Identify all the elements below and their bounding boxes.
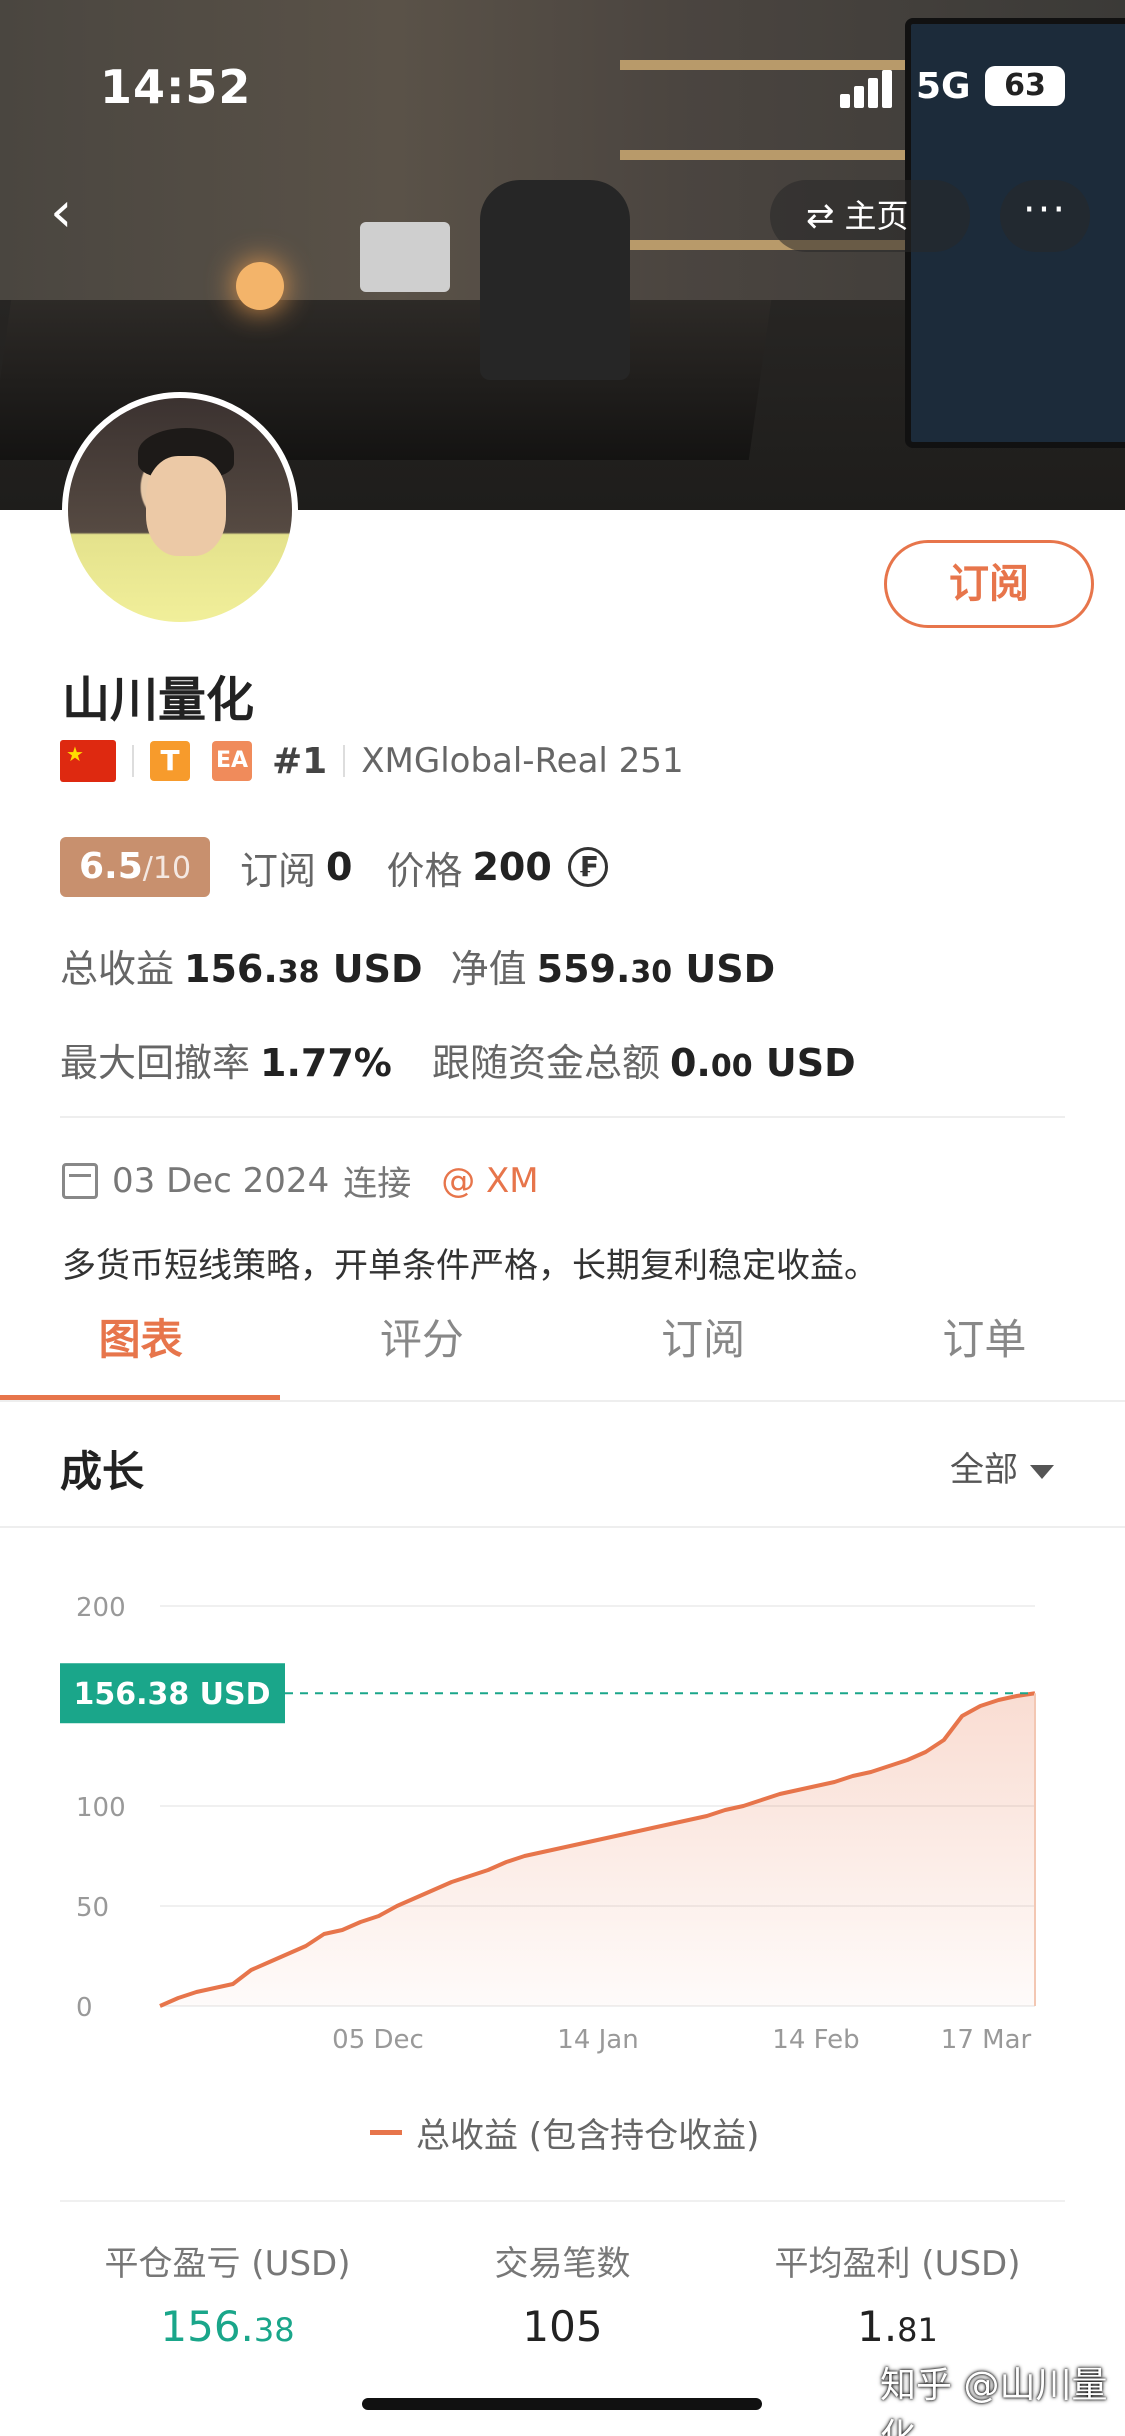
range-filter[interactable]: 全部 bbox=[950, 1442, 1054, 1491]
subscribers-value: 0 bbox=[326, 845, 353, 889]
rating-row: 6.5/10 订阅 0 价格 200 ₣ bbox=[60, 836, 608, 898]
broker-link[interactable]: @ XM bbox=[441, 1161, 538, 1201]
y-tick-label: 200 bbox=[76, 1593, 126, 1623]
account-label: XMGlobal-Real 251 bbox=[361, 741, 684, 781]
x-tick-label: 17 Mar bbox=[941, 2025, 1032, 2055]
y-tick-label: 0 bbox=[76, 1993, 93, 2023]
series-area bbox=[160, 1693, 1035, 2006]
more-icon[interactable]: ··· bbox=[1000, 180, 1090, 252]
price-label: 价格 bbox=[386, 848, 463, 893]
cover-laptop bbox=[360, 222, 450, 292]
total-profit-value: 156.38 USD bbox=[184, 947, 423, 991]
price-value: 200 bbox=[472, 845, 552, 889]
x-tick-label: 14 Feb bbox=[772, 2025, 859, 2055]
connected-info: 03 Dec 2024 连接 @ XM bbox=[62, 1156, 539, 1205]
stat-avg-profit: 平均盈利 (USD) 1.81 bbox=[774, 2244, 1021, 2351]
follow-funds-value: 0.00 USD bbox=[669, 1041, 856, 1085]
chart-legend: 总收益 (包含持仓收益) bbox=[370, 2108, 759, 2157]
connected-date: 03 Dec 2024 bbox=[112, 1160, 330, 1201]
current-value-label: 156.38 USD bbox=[73, 1677, 270, 1712]
equity-label: 净值 bbox=[450, 947, 527, 991]
rank-label: #1 bbox=[272, 740, 328, 782]
strategy-description: 多货币短线策略，开单条件严格，长期复利稳定收益。 bbox=[62, 1246, 878, 1286]
follow-funds-label: 跟随资金总额 bbox=[431, 1041, 660, 1085]
home-button[interactable]: ⇄ 主页 bbox=[770, 180, 970, 252]
watermark: 知乎 @山川量化 bbox=[880, 2365, 1108, 2436]
calendar-icon bbox=[62, 1162, 98, 1199]
tab-subscribe[interactable]: 订阅 bbox=[563, 1300, 844, 1400]
china-flag-icon bbox=[60, 740, 116, 782]
stat-trade-count: 交易笔数 105 bbox=[494, 2244, 631, 2351]
connected-label: 连接 bbox=[343, 1164, 412, 1204]
home-indicator bbox=[362, 2398, 762, 2410]
x-tick-label: 05 Dec bbox=[332, 2025, 424, 2055]
tab-bar: 图表 评分 订阅 订单 bbox=[0, 1300, 1125, 1400]
avatar[interactable] bbox=[62, 392, 298, 628]
tab-chart[interactable]: 图表 bbox=[0, 1300, 281, 1400]
tier-badge: T bbox=[150, 741, 190, 781]
home-label: 主页 bbox=[844, 197, 909, 235]
coin-icon: ₣ bbox=[567, 847, 608, 887]
chevron-down-icon bbox=[1030, 1464, 1054, 1479]
subscribe-button[interactable]: 订阅 bbox=[884, 540, 1094, 628]
score-badge: 6.5/10 bbox=[60, 837, 210, 897]
equity-value: 559.30 USD bbox=[536, 947, 776, 991]
growth-title: 成长 bbox=[60, 1447, 145, 1496]
signal-icon bbox=[840, 68, 900, 108]
profit-row: 总收益 156.38 USD 净值 559.30 USD bbox=[60, 938, 775, 993]
y-tick-label: 100 bbox=[76, 1793, 126, 1823]
ea-badge: EA bbox=[212, 741, 252, 781]
status-bar: 14:52 5G 63 bbox=[0, 0, 1125, 180]
stat-closed-pnl: 平仓盈亏 (USD) 156.38 bbox=[104, 2244, 351, 2351]
profile-name: 山川量化 bbox=[62, 672, 255, 728]
tab-orders[interactable]: 订单 bbox=[844, 1300, 1125, 1400]
subscribers-label: 订阅 bbox=[240, 848, 317, 893]
max-drawdown-value: 1.77% bbox=[260, 1041, 392, 1085]
battery-icon: 63 bbox=[985, 66, 1065, 106]
legend-swatch bbox=[370, 2130, 402, 2135]
total-profit-label: 总收益 bbox=[60, 947, 175, 991]
swap-icon: ⇄ bbox=[806, 196, 835, 236]
back-icon[interactable]: ‹ bbox=[50, 185, 100, 241]
growth-chart: 0 50 100 200 05 Dec 14 Jan 14 Feb 17 Mar 156.38 … bbox=[60, 1593, 1036, 2055]
app-root: 14:52 5G 63 ‹ ⇄主页 ··· 订阅 山川量化 T EA #1 XM… bbox=[0, 0, 1125, 2436]
y-tick-label: 50 bbox=[76, 1893, 109, 1923]
drawdown-row: 最大回撤率 1.77% 跟随资金总额 0.00 USD bbox=[60, 1032, 856, 1087]
stats-row: 平仓盈亏 (USD) 156.38 交易笔数 105 平均盈利 (USD) 1.… bbox=[60, 2236, 1065, 2351]
profile-meta: T EA #1 XMGlobal-Real 251 bbox=[60, 736, 684, 786]
network-type: 5G bbox=[916, 66, 971, 107]
tab-rating[interactable]: 评分 bbox=[281, 1300, 562, 1400]
status-time: 14:52 bbox=[100, 60, 252, 114]
cover-lamp bbox=[236, 262, 284, 310]
cover-chair bbox=[480, 180, 630, 380]
x-tick-label: 14 Jan bbox=[557, 2025, 638, 2055]
max-drawdown-label: 最大回撤率 bbox=[60, 1041, 251, 1085]
